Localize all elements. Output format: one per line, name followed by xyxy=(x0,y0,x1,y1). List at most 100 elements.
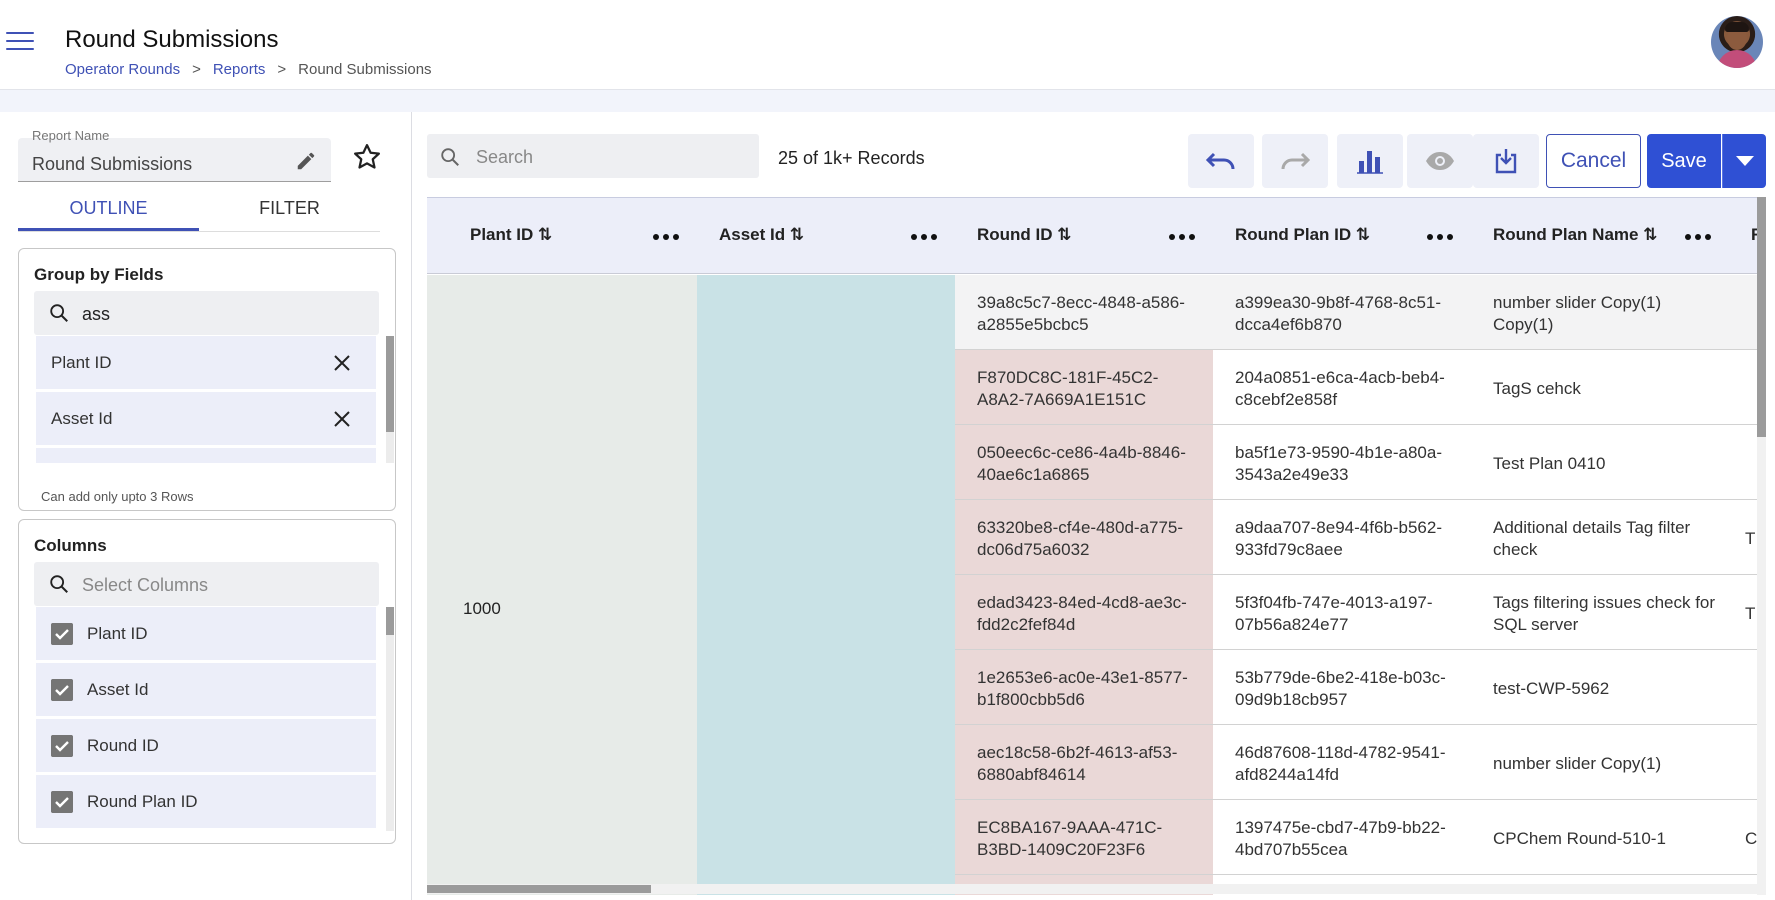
cancel-button[interactable]: Cancel xyxy=(1546,134,1641,188)
cell-round-id: aec18c58-6b2f-4613-af53-6880abf84614 xyxy=(977,743,1178,784)
columns-scrollbar[interactable] xyxy=(386,607,394,831)
column-option-label: Round Plan ID xyxy=(87,792,198,811)
cell-round-plan-name: Tags filtering issues check for SQL serv… xyxy=(1493,593,1716,634)
more-horizontal-icon[interactable] xyxy=(1685,234,1711,242)
sort-icon[interactable]: ⇅ xyxy=(1356,225,1370,244)
preview-button[interactable] xyxy=(1407,134,1473,188)
table-row[interactable]: 1e2653e6-ac0e-43e1-8577-b1f800cbb5d6 53b… xyxy=(955,650,1758,725)
report-table: 1000 Plant ID ⇅ Asset Id ⇅ Round ID ⇅ Ro… xyxy=(427,197,1758,895)
more-horizontal-icon[interactable] xyxy=(911,234,937,242)
redo-icon xyxy=(1281,152,1311,170)
breadcrumb-operator-rounds[interactable]: Operator Rounds xyxy=(65,61,180,78)
sort-icon[interactable]: ⇅ xyxy=(790,225,804,244)
close-icon[interactable] xyxy=(332,409,352,429)
cell-round-id: edad3423-84ed-4cd8-ae3c-fdd2c2fef84d xyxy=(977,593,1187,634)
cell-round-plan-name: number slider Copy(1) Copy(1) xyxy=(1493,293,1662,334)
table-header-row: Plant ID ⇅ Asset Id ⇅ Round ID ⇅ Round P… xyxy=(427,198,1758,274)
table-search-input[interactable]: Search xyxy=(427,134,759,178)
column-option-round-plan-id[interactable]: Round Plan ID xyxy=(36,775,376,828)
breadcrumb: Operator Rounds > Reports > Round Submis… xyxy=(65,61,432,78)
checkbox-checked-icon[interactable] xyxy=(51,791,73,813)
table-row[interactable]: 050eec6c-ce86-4a4b-8846-40ae6c1a6865 ba5… xyxy=(955,425,1758,500)
group-by-hint: Can add only upto 3 Rows xyxy=(41,489,194,504)
checkbox-checked-icon[interactable] xyxy=(51,679,73,701)
eye-icon xyxy=(1426,152,1454,170)
save-button[interactable]: Save xyxy=(1647,134,1721,188)
pencil-icon[interactable] xyxy=(295,150,317,172)
table-row[interactable]: aec18c58-6b2f-4613-af53-6880abf84614 46d… xyxy=(955,725,1758,800)
cell-round-plan-name: test-CWP-5962 xyxy=(1493,679,1610,698)
star-outline-icon[interactable] xyxy=(352,142,382,172)
cell-round-plan-id: a9daa707-8e94-4f6b-b562-933fd79c8aee xyxy=(1235,518,1443,559)
table-row[interactable]: 39a8c5c7-8ecc-4848-a586-a2855e5bcbc5 a39… xyxy=(955,275,1758,350)
header-label: Round Plan Name xyxy=(1493,225,1639,244)
checkbox-checked-icon[interactable] xyxy=(51,735,73,757)
column-option-asset-id[interactable]: Asset Id xyxy=(36,663,376,716)
chart-button[interactable] xyxy=(1337,134,1403,188)
header-divider-strip xyxy=(0,90,1775,112)
table-row[interactable]: F870DC8C-181F-45C2-A8A2-7A669A1E151C 204… xyxy=(955,350,1758,425)
group-by-search-input[interactable]: ass xyxy=(34,291,379,335)
tab-outline[interactable]: OUTLINE xyxy=(18,192,199,231)
undo-button[interactable] xyxy=(1188,134,1254,188)
column-option-round-id[interactable]: Round ID xyxy=(36,719,376,772)
download-button[interactable] xyxy=(1473,134,1539,188)
cell-round-id: 39a8c5c7-8ecc-4848-a586-a2855e5bcbc5 xyxy=(977,293,1185,334)
report-name-label: Report Name xyxy=(32,128,110,143)
search-icon xyxy=(50,575,68,593)
checkbox-checked-icon[interactable] xyxy=(51,623,73,645)
more-horizontal-icon[interactable] xyxy=(1427,234,1453,242)
group-field-asset-id: Asset Id xyxy=(36,392,376,445)
report-name-field[interactable]: Report Name Round Submissions xyxy=(18,128,331,182)
page-title: Round Submissions xyxy=(65,26,279,53)
panel-tabs: OUTLINE FILTER xyxy=(18,192,380,232)
app-header: Round Submissions Operator Rounds > Repo… xyxy=(0,0,1775,90)
cell-round-plan-id: 204a0851-e6ca-4acb-beb4-c8cebf2e858f xyxy=(1235,368,1445,409)
group-field-label: Asset Id xyxy=(51,409,113,428)
header-next-column[interactable]: R xyxy=(1729,198,1758,274)
header-round-plan-id[interactable]: Round Plan ID ⇅ xyxy=(1213,198,1471,274)
download-icon xyxy=(1495,149,1517,174)
cell-round-id: EC8BA167-9AAA-471C-B3BD-1409C20F23F6 xyxy=(977,818,1163,859)
column-option-label: Round ID xyxy=(87,736,159,755)
close-icon[interactable] xyxy=(332,353,352,373)
more-horizontal-icon[interactable] xyxy=(1169,234,1195,242)
group-by-scrollbar[interactable] xyxy=(386,336,394,463)
column-option-plant-id[interactable]: Plant ID xyxy=(36,607,376,660)
cell-round-plan-id: a399ea30-9b8f-4768-8c51-dcca4ef6b870 xyxy=(1235,293,1442,334)
tab-filter[interactable]: FILTER xyxy=(199,192,380,231)
redo-button[interactable] xyxy=(1262,134,1328,188)
header-plant-id[interactable]: Plant ID ⇅ xyxy=(427,198,697,274)
table-vertical-scrollbar[interactable] xyxy=(1757,197,1766,895)
more-horizontal-icon[interactable] xyxy=(653,234,679,242)
group-by-list: Plant ID Asset Id xyxy=(36,336,376,463)
sort-icon[interactable]: ⇅ xyxy=(1057,225,1071,244)
breadcrumb-reports[interactable]: Reports xyxy=(213,61,266,78)
columns-search-placeholder: Select Columns xyxy=(82,575,209,595)
hamburger-menu-icon[interactable] xyxy=(6,32,34,52)
cell-round-plan-id: 5f3f04fb-747e-4013-a197-07b56a824e77 xyxy=(1235,593,1433,634)
group-field-label: Plant ID xyxy=(51,353,112,372)
table-row[interactable]: 63320be8-cf4e-480d-a775-dc06d75a6032 a9d… xyxy=(955,500,1758,575)
user-avatar[interactable] xyxy=(1711,16,1763,68)
sort-icon[interactable]: ⇅ xyxy=(1643,225,1657,244)
breadcrumb-separator: > xyxy=(277,61,287,78)
cell-round-plan-id: 46d87608-118d-4782-9541-afd8244a14fd xyxy=(1235,743,1446,784)
table-horizontal-scrollbar[interactable] xyxy=(427,884,1758,894)
header-round-id[interactable]: Round ID ⇅ xyxy=(955,198,1213,274)
header-round-plan-name[interactable]: Round Plan Name ⇅ xyxy=(1471,198,1729,274)
sort-icon[interactable]: ⇅ xyxy=(538,225,552,244)
columns-search-input[interactable]: Select Columns xyxy=(34,562,379,606)
table-row[interactable]: EC8BA167-9AAA-471C-B3BD-1409C20F23F6 139… xyxy=(955,800,1758,875)
group-by-title: Group by Fields xyxy=(34,265,164,284)
group-by-search-value: ass xyxy=(82,304,111,324)
columns-section: Columns Select Columns Plant ID Asset Id… xyxy=(18,519,396,844)
breadcrumb-current: Round Submissions xyxy=(298,61,432,78)
report-name-value[interactable]: Round Submissions xyxy=(32,154,192,175)
records-count: 25 of 1k+ Records xyxy=(778,148,925,168)
table-row[interactable]: edad3423-84ed-4cd8-ae3c-fdd2c2fef84d 5f3… xyxy=(955,575,1758,650)
cell-round-id: 63320be8-cf4e-480d-a775-dc06d75a6032 xyxy=(977,518,1184,559)
header-asset-id[interactable]: Asset Id ⇅ xyxy=(697,198,955,274)
cell-round-plan-name: Test Plan 0410 xyxy=(1493,454,1606,473)
save-options-chevron-down-icon[interactable] xyxy=(1722,134,1766,188)
